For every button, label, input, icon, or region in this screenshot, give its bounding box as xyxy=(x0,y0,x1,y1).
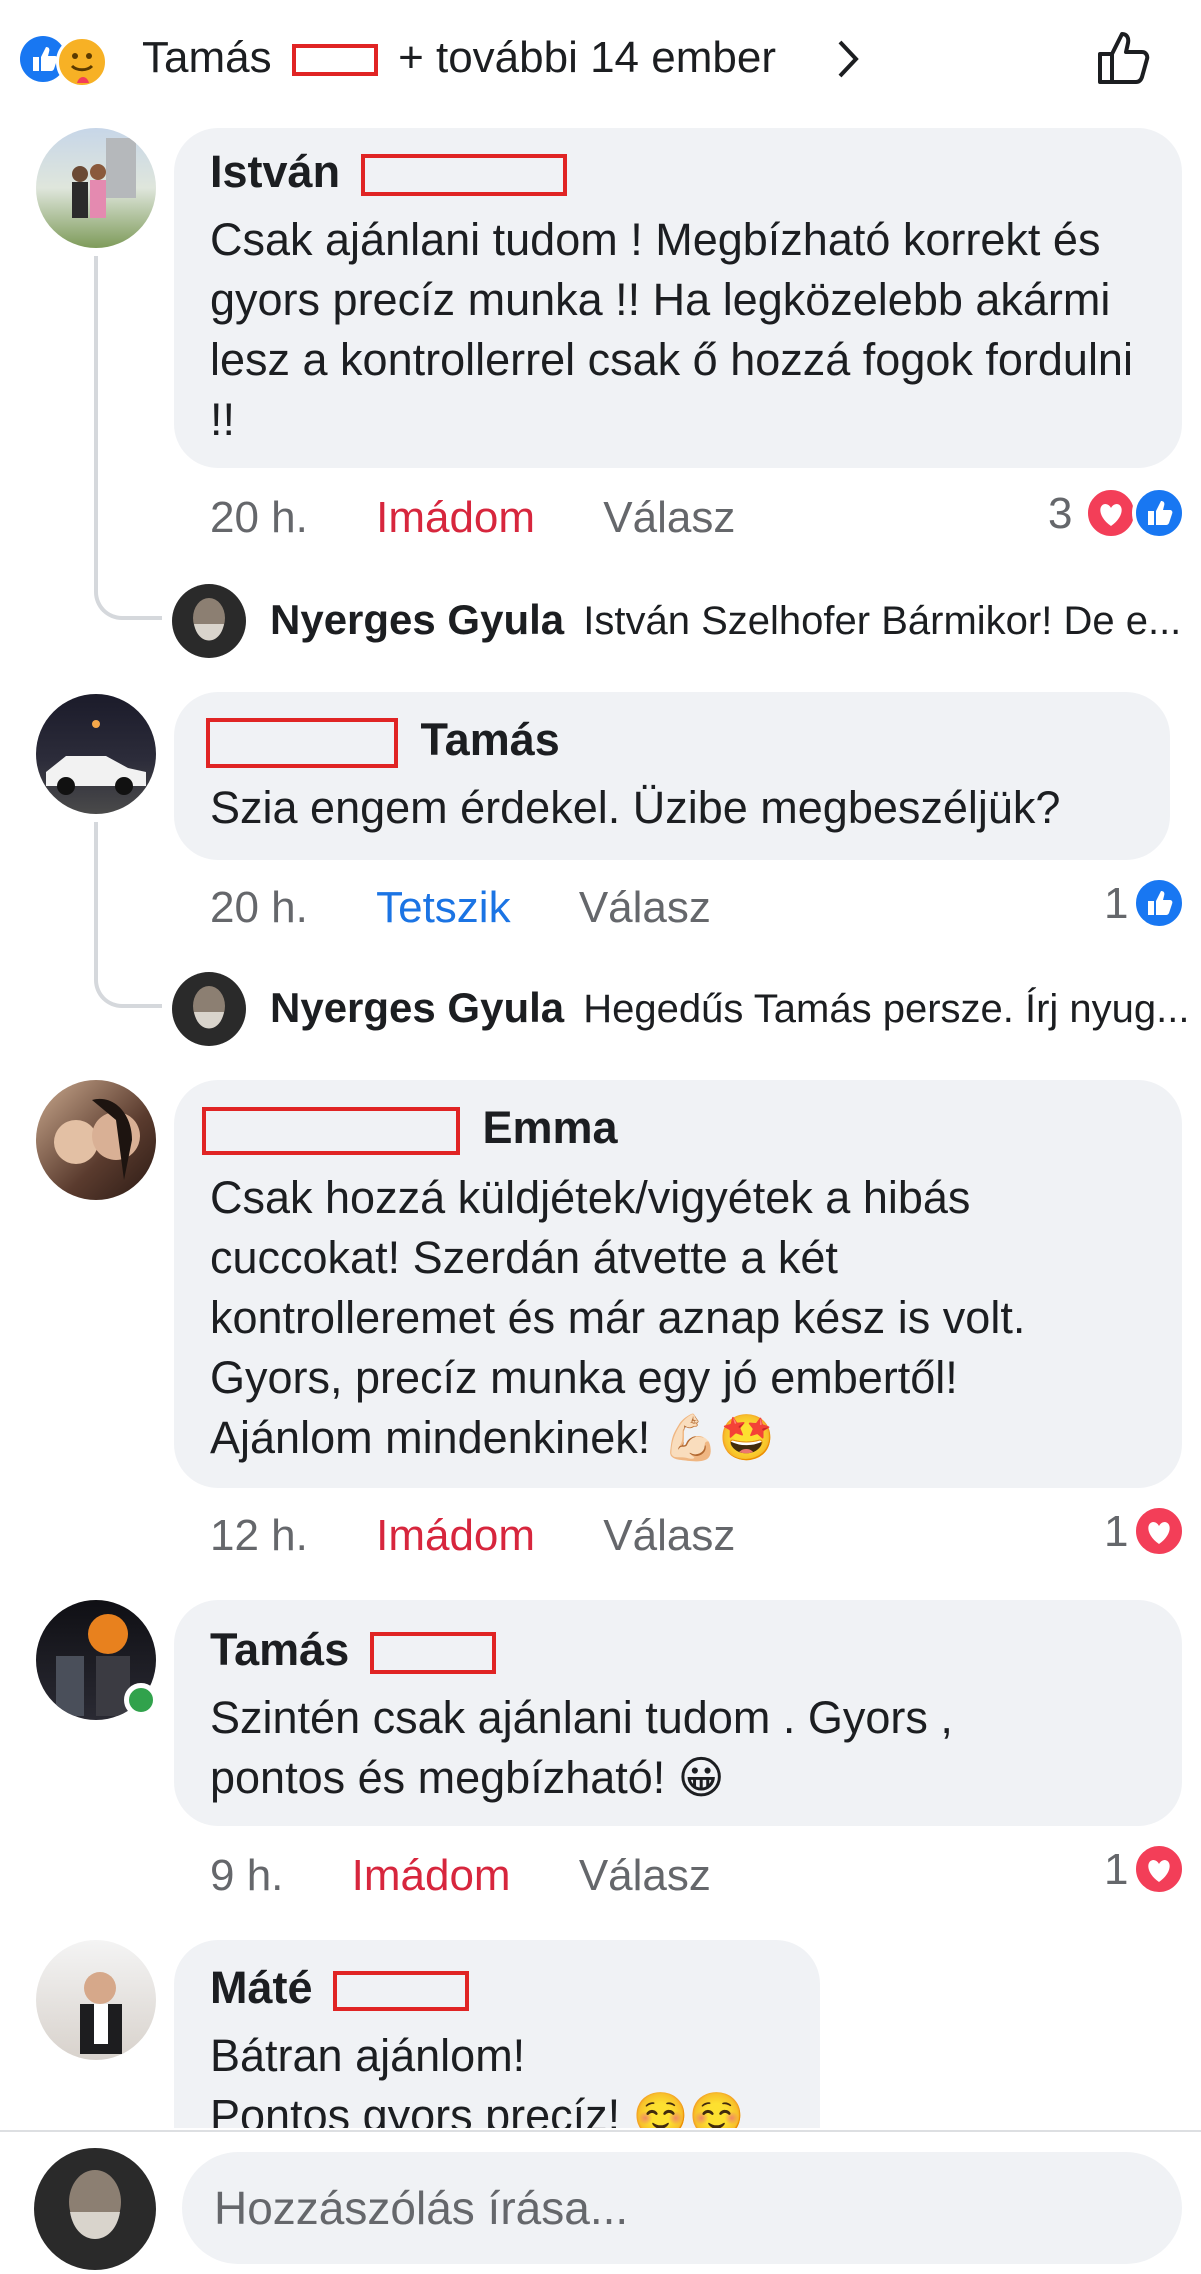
care-reaction-icon xyxy=(56,36,108,88)
reply-button[interactable]: Válasz xyxy=(603,1511,735,1560)
reply-button[interactable]: Válasz xyxy=(579,883,711,932)
comment-author[interactable]: Tamás xyxy=(210,1622,496,1678)
reply-text: Hegedűs Tamás persze. Írj nyug... xyxy=(583,987,1190,1031)
comment-time: 20 h. xyxy=(210,883,308,932)
redaction-box xyxy=(333,1971,470,2012)
comment-author[interactable]: Máté xyxy=(210,1960,470,2016)
reply-button[interactable]: Válasz xyxy=(579,1851,711,1900)
chevron-right-icon[interactable] xyxy=(828,36,868,82)
redaction-box xyxy=(202,1107,460,1156)
comment-text: Szia engem érdekel. Üzibe megbeszéljük? xyxy=(210,782,1061,833)
comment-time: 12 h. xyxy=(210,1511,308,1560)
comment-time: 20 h. xyxy=(210,493,308,542)
online-status-dot xyxy=(124,1683,158,1717)
thread-line xyxy=(94,256,162,620)
reactors-summary[interactable]: Tamás + további 14 ember xyxy=(142,30,776,86)
comment-input[interactable]: Hozzászólás írása... xyxy=(182,2152,1182,2264)
comment-author[interactable]: István xyxy=(210,144,567,200)
comment-clip-region: Máté Bátran ajánlom! Pontos gyors precíz… xyxy=(0,1940,1201,2128)
thread-line xyxy=(94,822,162,1008)
thumbs-up-outline-icon[interactable] xyxy=(1094,26,1156,88)
comment-text: Bátran ajánlom! Pontos gyors precíz! ☺️☺… xyxy=(210,2030,745,2128)
comment-bubble[interactable]: Tamás Szintén csak ajánlani tudom . Gyor… xyxy=(174,1600,1182,1826)
comment-input-placeholder: Hozzászólás írása... xyxy=(214,2182,629,2234)
reactions-header[interactable]: Tamás + további 14 ember xyxy=(0,0,1201,120)
love-reaction-icon xyxy=(1084,486,1138,540)
avatar[interactable] xyxy=(36,128,156,248)
redaction-box xyxy=(360,154,567,197)
reactor-name: Tamás xyxy=(142,33,272,82)
reaction-button[interactable]: Imádom xyxy=(376,1511,535,1560)
comment-text: Csak hozzá küldjétek/vigyétek a hibás cu… xyxy=(210,1172,1026,1463)
reaction-count[interactable]: 1 xyxy=(1104,1842,1128,1898)
reply-author: Nyerges Gyula xyxy=(270,596,565,643)
comment-author[interactable]: Emma xyxy=(202,1100,618,1156)
like-reaction-icon xyxy=(1132,486,1186,540)
more-reactors-text: + további 14 ember xyxy=(398,33,776,82)
reaction-button[interactable]: Imádom xyxy=(352,1851,511,1900)
reaction-count[interactable]: 1 xyxy=(1104,876,1128,932)
comment-actions: 20 h. Imádom Válasz xyxy=(210,490,735,546)
reaction-button[interactable]: Tetszik xyxy=(376,883,510,932)
comment-bubble[interactable]: Emma Csak hozzá küldjétek/vigyétek a hib… xyxy=(174,1080,1182,1488)
reaction-count[interactable]: 3 xyxy=(1048,486,1072,542)
comment-time: 9 h. xyxy=(210,1851,284,1900)
comment-author[interactable]: Tamás xyxy=(206,712,560,769)
redaction-box xyxy=(206,718,398,769)
reply-text: István Szelhofer Bármikor! De e... xyxy=(583,599,1182,643)
comment-bubble[interactable]: Máté Bátran ajánlom! Pontos gyors precíz… xyxy=(174,1940,820,2128)
comment-bubble[interactable]: István Csak ajánlani tudom ! Megbízható … xyxy=(174,128,1182,468)
reply-preview[interactable]: Nyerges Gyula István Szelhofer Bármikor!… xyxy=(270,594,1181,647)
current-user-avatar[interactable] xyxy=(34,2148,156,2270)
reaction-count[interactable]: 1 xyxy=(1104,1504,1128,1560)
reply-button[interactable]: Válasz xyxy=(603,493,735,542)
reply-author: Nyerges Gyula xyxy=(270,984,565,1031)
comment-actions: 9 h. Imádom Válasz xyxy=(210,1848,711,1904)
reply-preview[interactable]: Nyerges Gyula Hegedűs Tamás persze. Írj … xyxy=(270,982,1190,1035)
avatar[interactable] xyxy=(36,1080,156,1200)
comment-text: Szintén csak ajánlani tudom . Gyors , po… xyxy=(210,1692,953,1803)
comment-actions: 20 h. Tetszik Válasz xyxy=(210,880,711,936)
love-reaction-icon xyxy=(1132,1504,1186,1558)
comment-text: Csak ajánlani tudom ! Megbízható korrekt… xyxy=(210,214,1133,445)
redaction-box xyxy=(291,44,378,77)
love-reaction-icon xyxy=(1132,1842,1186,1896)
like-reaction-icon xyxy=(1132,876,1186,930)
comment-bubble[interactable]: Tamás Szia engem érdekel. Üzibe megbeszé… xyxy=(174,692,1170,860)
avatar[interactable] xyxy=(36,694,156,814)
reply-avatar[interactable] xyxy=(172,584,246,658)
reply-avatar[interactable] xyxy=(172,972,246,1046)
redaction-box xyxy=(369,1632,496,1675)
comment-actions: 12 h. Imádom Válasz xyxy=(210,1508,735,1564)
reaction-button[interactable]: Imádom xyxy=(376,493,535,542)
